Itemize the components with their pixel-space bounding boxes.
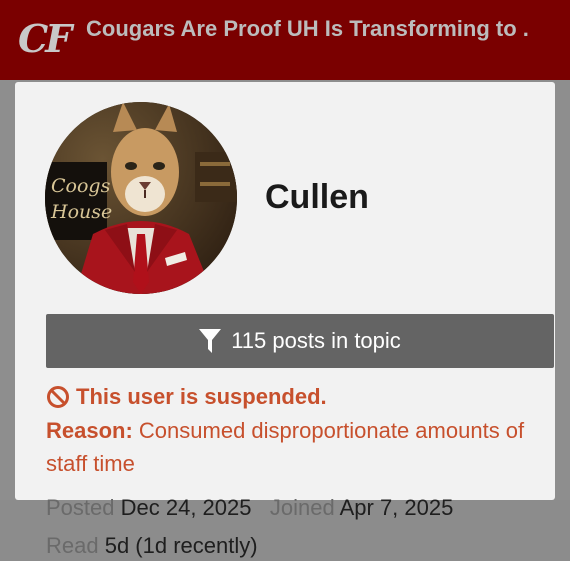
reason-label: Reason:	[46, 418, 133, 443]
read-value: 5d (1d recently)	[104, 533, 258, 558]
suspension-reason: Reason: Consumed disproportionate amount…	[46, 414, 546, 480]
topic-title[interactable]: Cougars Are Proof UH Is Transforming to …	[86, 14, 530, 44]
filter-posts-button[interactable]: 115 posts in topic	[46, 314, 554, 368]
joined-value: Apr 7, 2025	[339, 495, 454, 520]
site-logo[interactable]: CF	[18, 16, 76, 62]
suspended-notice: This user is suspended.	[46, 380, 327, 414]
filter-posts-label: 115 posts in topic	[231, 328, 401, 353]
read-label: Read	[46, 533, 99, 558]
posted-value: Dec 24, 2025	[120, 495, 252, 520]
avatar-sign-line2: House	[50, 201, 112, 223]
avatar-image: Coogs House	[45, 102, 237, 294]
joined-label: Joined	[269, 495, 335, 520]
posted-joined-line: Posted Dec 24, 2025 Joined Apr 7, 2025	[46, 493, 453, 523]
avatar[interactable]: Coogs House	[45, 102, 237, 294]
user-card: Coogs House Cullen 115 posts in topic Th…	[15, 82, 555, 558]
ban-icon	[47, 386, 69, 408]
read-line: Read 5d (1d recently)	[46, 531, 258, 561]
username[interactable]: Cullen	[265, 178, 369, 217]
posted-label: Posted	[46, 495, 115, 520]
top-header-bar: CF Cougars Are Proof UH Is Transforming …	[0, 0, 570, 80]
filter-icon	[199, 329, 222, 353]
avatar-sign-line1: Coogs	[51, 175, 111, 197]
suspended-title: This user is suspended.	[76, 384, 327, 409]
